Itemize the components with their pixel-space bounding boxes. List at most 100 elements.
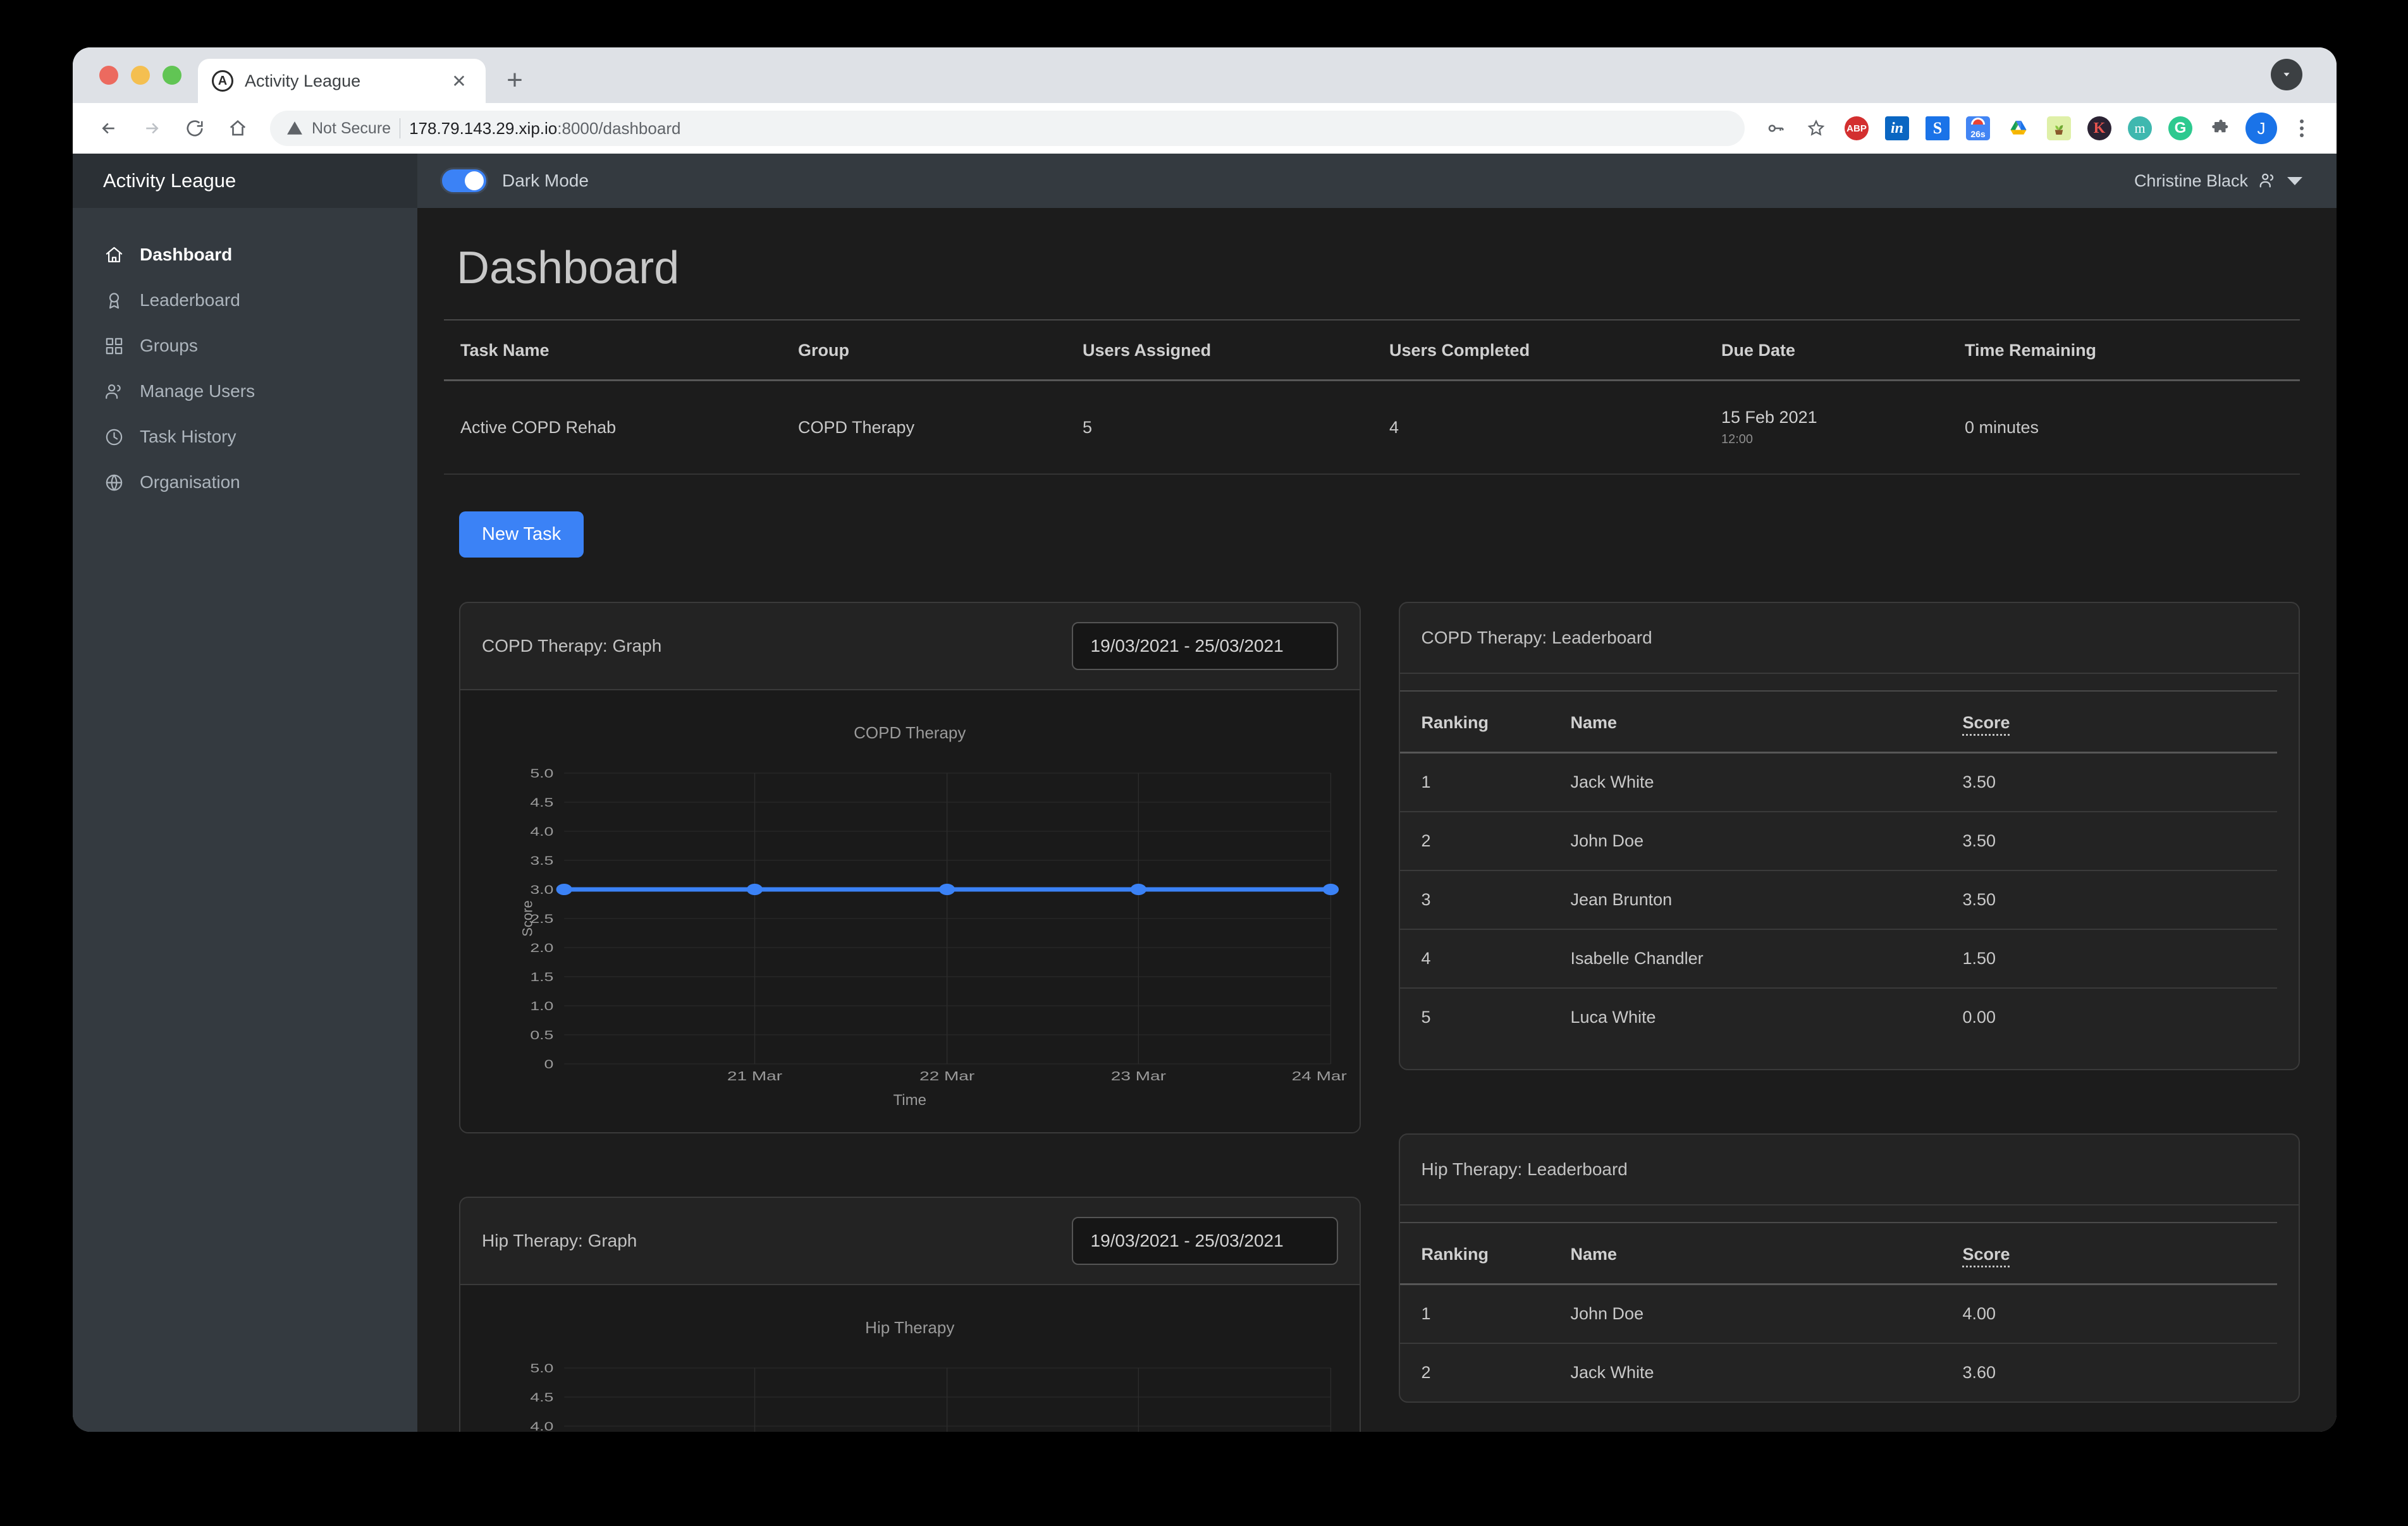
task-table-header-users-assigned[interactable]: Users Assigned [1083,319,1389,381]
copd-date-range-input[interactable] [1071,622,1338,670]
task-table-header-due-date[interactable]: Due Date [1721,319,1965,381]
cell-name: Isabelle Chandler [1570,929,1963,989]
leaderboards-column: COPD Therapy: Leaderboard Ranking Name S… [1398,602,2300,1432]
cell-score: 0.00 [1962,1008,1996,1027]
dark-mode-label: Dark Mode [502,171,589,190]
task-table-header-task-name[interactable]: Task Name [444,319,798,381]
home-icon [230,119,246,136]
scribd-icon: S [1926,116,1950,140]
leaderboard-header-name[interactable]: Name [1570,1222,1963,1285]
hip-graph-header: Hip Therapy: Graph [460,1198,1360,1285]
dashboard-cards: COPD Therapy: Graph COPD Therapy [459,602,2300,1432]
leaderboard-header-score[interactable]: Score [1962,690,2277,754]
leaderboard-header-ranking[interactable]: Ranking [1399,690,1571,754]
table-row[interactable]: 2 Jack White 3.60 [1400,1343,2278,1401]
sidebar-item-manage-users[interactable]: Manage Users [73,369,417,414]
table-row[interactable]: 3 Jean Brunton 3.50 [1399,870,2277,930]
sidebar-item-organisation[interactable]: Organisation [73,460,417,505]
copd-leaderboard-table: Ranking Name Score 1 Jack White 3.50 2 J… [1399,690,2278,1046]
password-manager-button[interactable] [1757,110,1794,147]
svg-text:3.0: 3.0 [530,883,553,896]
extension-medium[interactable]: m [2122,110,2158,147]
address-bar[interactable]: Not Secure 178.79.143.29.xip.io:8000/das… [270,111,1745,146]
task-table-header-time-remaining[interactable]: Time Remaining [1965,319,2300,381]
hip-leaderboard-body: Ranking Name Score 1 John Doe 4.00 2 Jac… [1399,1206,2299,1401]
extension-google-drive[interactable] [2000,110,2037,147]
extension-adblock-plus[interactable]: ABP [1838,110,1875,147]
cell-time-remaining: 0 minutes [1965,380,2300,475]
sidebar-item-leaderboard[interactable]: Leaderboard [73,278,417,323]
sidebar-item-task-history[interactable]: Task History [73,414,417,460]
svg-text:22 Mar: 22 Mar [919,1070,974,1083]
grid-icon [103,335,125,357]
kindle-icon: K [2087,116,2111,140]
task-table-header-users-completed[interactable]: Users Completed [1389,319,1721,381]
task-table-header-group[interactable]: Group [798,319,1083,381]
forward-button[interactable] [132,109,171,148]
svg-text:4.0: 4.0 [530,825,553,838]
dark-mode-switch[interactable] [440,168,488,194]
svg-text:3.5: 3.5 [530,854,553,867]
svg-text:23 Mar: 23 Mar [1111,1070,1166,1083]
svg-text:2.0: 2.0 [530,941,553,955]
avatar: J [2245,113,2277,144]
svg-text:4.5: 4.5 [530,796,553,809]
window-controls [92,47,198,103]
bookmark-button[interactable] [1798,110,1834,147]
leaderboard-header-row: Ranking Name Score [1399,690,2277,754]
app-page: Activity League Dashboard Leaderboard Gr… [73,154,2337,1432]
table-row[interactable]: Active COPD Rehab COPD Therapy 5 4 15 Fe… [444,380,2300,475]
user-menu[interactable]: Christine Black [2134,171,2302,191]
table-row[interactable]: 5 Luca White 0.00 [1400,988,2278,1046]
table-row[interactable]: 4 Isabelle Chandler 1.50 [1399,929,2277,989]
back-button[interactable] [89,109,128,148]
browser-menu-button[interactable] [2283,110,2320,147]
hip-leaderboard-table: Ranking Name Score 1 John Doe 4.00 2 Jac… [1399,1222,2278,1401]
hip-date-range-input[interactable] [1071,1217,1338,1265]
table-row[interactable]: 1 Jack White 3.50 [1399,752,2277,812]
grammarly-icon: G [2168,116,2192,140]
extension-linkedin[interactable]: in [1879,110,1915,147]
award-icon [103,290,125,311]
cell-name: Luca White [1570,1008,1656,1027]
extension-scribd[interactable]: S [1919,110,1956,147]
extension-grammarly[interactable]: G [2162,110,2199,147]
table-row[interactable]: 2 John Doe 3.50 [1399,812,2277,871]
leaderboard-header-ranking[interactable]: Ranking [1399,1222,1571,1285]
reload-icon [187,120,203,137]
table-row[interactable]: 1 John Doe 4.00 [1399,1284,2277,1344]
svg-text:1.5: 1.5 [530,970,553,984]
sidebar-item-dashboard[interactable]: Dashboard [73,232,417,278]
tab-search-button[interactable] [2271,59,2302,90]
dark-mode-toggle[interactable]: Dark Mode [440,168,589,194]
reload-button[interactable] [175,109,214,148]
profile-button[interactable]: J [2243,110,2280,147]
svg-text:5.0: 5.0 [530,767,553,780]
close-window-button[interactable] [99,66,118,85]
minimize-window-button[interactable] [131,66,150,85]
home-button[interactable] [218,109,257,148]
sidebar-item-label: Groups [140,336,198,355]
copd-chart-plot: 5.0 4.5 4.0 3.5 3.0 2.5 2.0 1.5 1.0 0.5 … [467,754,1353,1083]
sidebar-item-label: Dashboard [140,245,233,264]
extension-plant[interactable] [2041,110,2077,147]
extension-timer[interactable]: 26s [1960,110,1996,147]
hip-leaderboard-card: Hip Therapy: Leaderboard Ranking Name Sc… [1398,1133,2300,1403]
copd-leaderboard-title: COPD Therapy: Leaderboard [1421,628,1652,647]
sidebar-nav: Dashboard Leaderboard Groups Manage User… [73,208,417,505]
browser-tab[interactable]: A Activity League ✕ [198,59,486,103]
switch-knob [465,171,484,190]
cell-users-completed: 4 [1389,380,1721,475]
extensions-menu-button[interactable] [2202,110,2239,147]
leaderboard-header-name[interactable]: Name [1570,690,1963,754]
new-tab-button[interactable]: + [496,61,534,99]
cell-rank: 2 [1421,1363,1431,1382]
leaderboard-header-score[interactable]: Score [1962,1222,2277,1285]
extension-kindle[interactable]: K [2081,110,2118,147]
cell-score: 3.60 [1962,1363,1996,1382]
sidebar-item-groups[interactable]: Groups [73,323,417,369]
close-tab-icon[interactable]: ✕ [446,68,472,94]
maximize-window-button[interactable] [163,66,181,85]
new-task-button[interactable]: New Task [459,511,584,558]
sidebar: Activity League Dashboard Leaderboard Gr… [73,154,417,1432]
